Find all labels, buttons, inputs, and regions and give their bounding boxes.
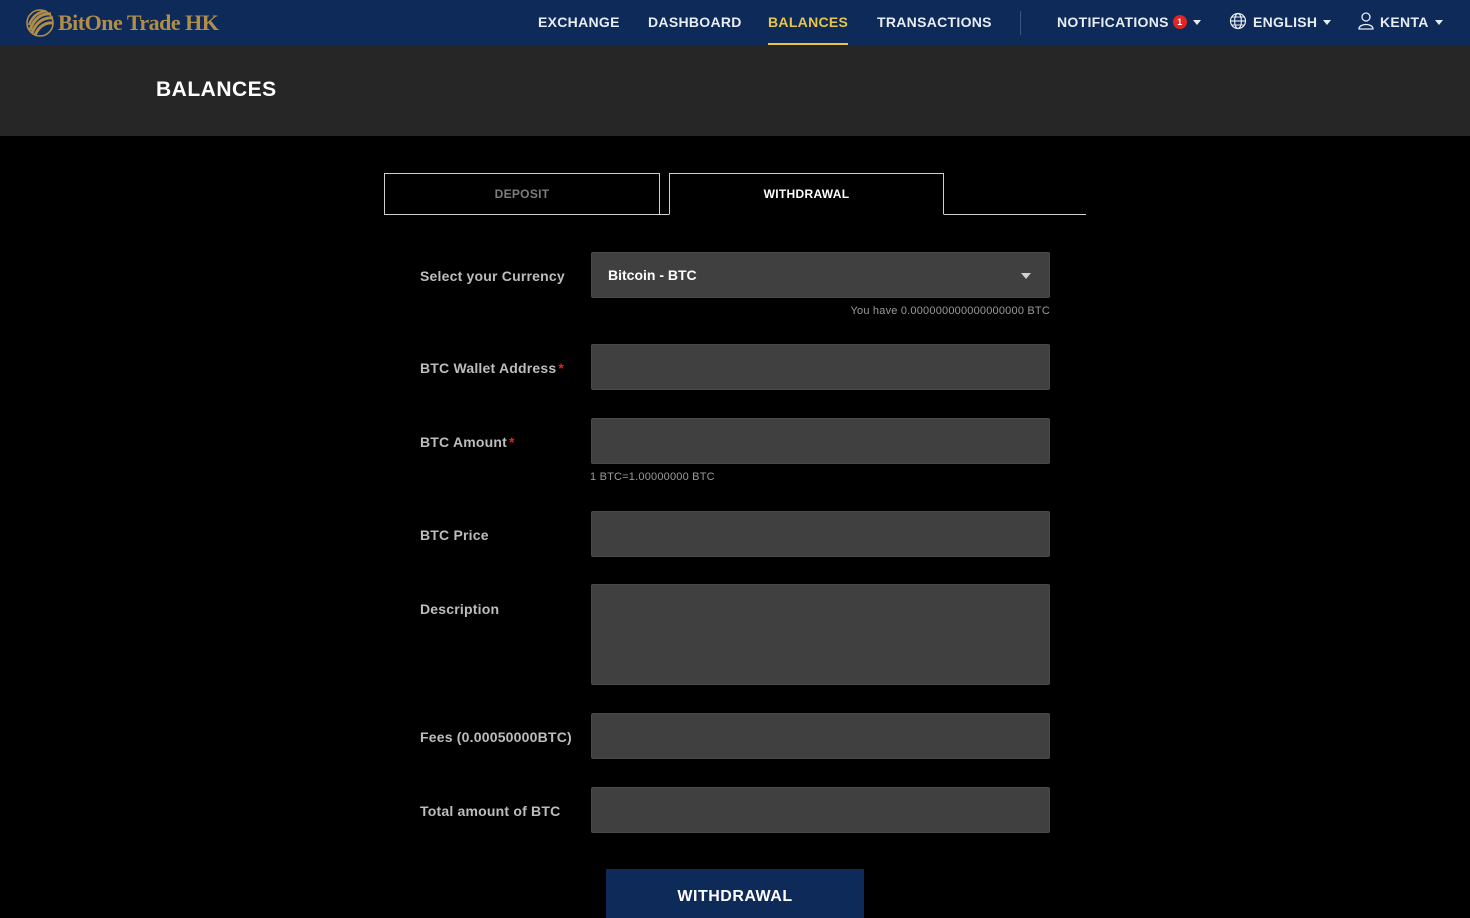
balance-hint: You have 0.000000000000000000 BTC	[850, 305, 1050, 317]
globe-icon	[1229, 13, 1247, 30]
language-label: ENGLISH	[1253, 14, 1318, 30]
nav-user-menu[interactable]: KENTA	[1358, 0, 1443, 45]
wallet-address-input[interactable]	[591, 344, 1050, 390]
notifications-label: NOTIFICATIONS	[1057, 14, 1169, 30]
fees-label: Fees (0.00050000BTC)	[420, 729, 572, 745]
required-mark: *	[509, 434, 515, 450]
price-input[interactable]	[591, 511, 1050, 557]
currency-select[interactable]: Bitcoin - BTC	[591, 252, 1050, 298]
tab-deposit[interactable]: DEPOSIT	[384, 173, 660, 215]
total-amount-label: Total amount of BTC	[420, 803, 561, 819]
nav-notifications[interactable]: NOTIFICATIONS 1	[1057, 0, 1201, 45]
wallet-address-label-text: BTC Wallet Address	[420, 360, 557, 376]
chevron-down-icon	[1021, 273, 1031, 279]
notification-count-badge: 1	[1172, 15, 1187, 30]
nav-transactions[interactable]: TRANSACTIONS	[877, 0, 992, 45]
price-label: BTC Price	[420, 527, 489, 543]
nav-language[interactable]: ENGLISH	[1229, 0, 1332, 45]
chevron-down-icon	[1323, 19, 1332, 25]
amount-input[interactable]	[591, 418, 1050, 464]
description-textarea[interactable]	[591, 584, 1050, 685]
nav-exchange[interactable]: EXCHANGE	[538, 0, 620, 45]
amount-label-text: BTC Amount	[420, 434, 508, 450]
nav-dashboard[interactable]: DASHBOARD	[648, 0, 742, 45]
total-amount-input[interactable]	[591, 787, 1050, 833]
fees-input[interactable]	[591, 713, 1050, 759]
top-navigation-bar: BitOne Trade HK EXCHANGE DASHBOARD BALAN…	[0, 0, 1470, 45]
currency-label: Select your Currency	[420, 268, 565, 284]
brand-name: BitOne Trade HK	[58, 9, 219, 35]
nav-divider	[1020, 11, 1021, 35]
brand-emblem-icon	[26, 8, 54, 37]
chevron-down-icon	[1434, 19, 1443, 25]
currency-selected-value: Bitcoin - BTC	[608, 267, 697, 283]
withdrawal-submit-button[interactable]: WITHDRAWAL	[606, 869, 864, 918]
balance-tabs: DEPOSIT WITHDRAWAL	[384, 173, 1086, 215]
amount-label: BTC Amount *	[420, 434, 515, 450]
nav-balances[interactable]: BALANCES	[768, 0, 849, 45]
user-icon	[1358, 12, 1374, 30]
page-title: BALANCES	[156, 78, 277, 101]
chevron-down-icon	[1192, 19, 1201, 25]
description-label: Description	[420, 601, 500, 617]
wallet-address-label: BTC Wallet Address *	[420, 360, 564, 376]
page-header: BALANCES	[0, 45, 1470, 136]
tab-withdrawal[interactable]: WITHDRAWAL	[669, 173, 944, 215]
exchange-rate-hint: 1 BTC=1.00000000 BTC	[590, 471, 715, 483]
required-mark: *	[558, 360, 565, 376]
brand-logo[interactable]: BitOne Trade HK	[26, 7, 219, 38]
username: KENTA	[1380, 14, 1429, 30]
